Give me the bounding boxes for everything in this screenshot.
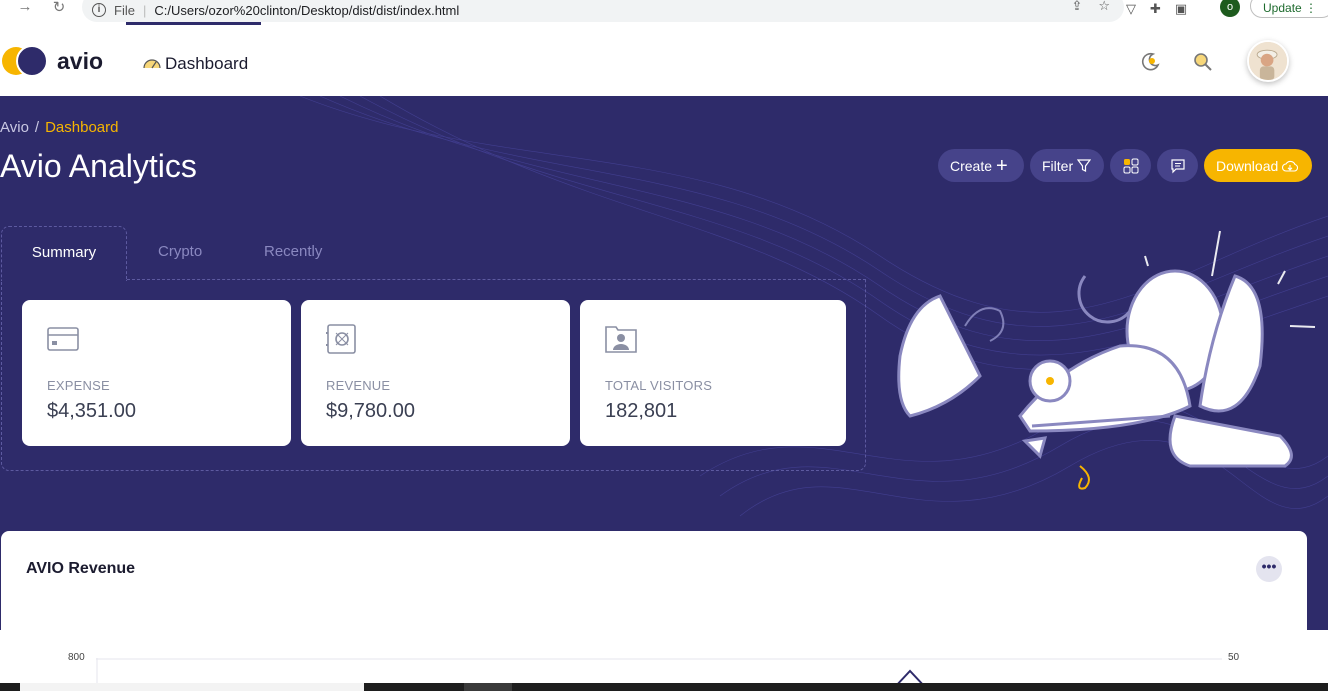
url-separator: |: [142, 2, 147, 18]
y-axis-left-tick: 800: [68, 652, 85, 663]
plus-icon: +: [996, 154, 1008, 177]
breadcrumb-separator: /: [34, 119, 40, 136]
card-label: REVENUE: [326, 378, 391, 393]
url-text[interactable]: C:/Users/ozor%20clinton/Desktop/dist/dis…: [154, 3, 459, 18]
card-label: EXPENSE: [47, 378, 110, 393]
create-button[interactable]: Create +: [938, 149, 1024, 182]
address-bar[interactable]: i File | C:/Users/ozor%20clinton/Desktop…: [82, 0, 1124, 22]
browser-update-button[interactable]: Update ⋮: [1250, 0, 1328, 18]
revenue-chart: 800 50: [0, 630, 1328, 691]
speedometer-icon: [143, 59, 161, 69]
browser-profile-avatar[interactable]: o: [1220, 0, 1240, 17]
tab-recently[interactable]: Recently: [264, 226, 322, 281]
revenue-card-title: AVIO Revenue: [26, 560, 136, 577]
extensions-puzzle-icon[interactable]: ✚: [1150, 1, 1161, 17]
search-icon[interactable]: [1192, 51, 1214, 73]
nav-tab-label: Dashboard: [165, 54, 249, 73]
visitor-icon: [605, 326, 637, 353]
forward-icon[interactable]: →: [14, 0, 36, 15]
brand-name[interactable]: avio: [57, 48, 103, 75]
revenue-card[interactable]: REVENUE $9,780.00: [301, 300, 570, 446]
breadcrumb: Avio / Dashboard: [0, 119, 118, 136]
grid-view-button[interactable]: [1110, 149, 1151, 182]
page-title: Avio Analytics: [0, 148, 197, 184]
chat-icon: [1170, 158, 1185, 173]
grid-icon: [1123, 158, 1138, 173]
tab-crypto[interactable]: Crypto: [158, 226, 202, 281]
credit-card-icon: [47, 327, 79, 351]
breadcrumb-current: Dashboard: [45, 119, 119, 136]
bookmark-star-icon[interactable]: ☆: [1098, 0, 1110, 14]
share-icon[interactable]: ⇪: [1071, 0, 1082, 14]
toolbar-actions: Create + Filter Download: [938, 149, 1312, 182]
cloud-download-icon: [1282, 160, 1299, 172]
breadcrumb-root[interactable]: Avio: [0, 119, 29, 136]
visitors-card[interactable]: TOTAL VISITORS 182,801: [580, 300, 846, 446]
card-label: TOTAL VISITORS: [605, 378, 713, 393]
nav-tab-dashboard[interactable]: Dashboard: [126, 22, 261, 96]
safe-icon: [326, 324, 356, 354]
funnel-icon: [1077, 158, 1092, 172]
url-scheme: File: [114, 2, 135, 18]
taskbar-search[interactable]: [20, 683, 364, 691]
download-button[interactable]: Download: [1204, 149, 1312, 182]
messages-button[interactable]: [1157, 149, 1198, 182]
reload-icon[interactable]: ↻: [48, 0, 70, 16]
user-avatar[interactable]: [1247, 40, 1289, 82]
expense-card[interactable]: EXPENSE $4,351.00: [22, 300, 291, 446]
brand-logo[interactable]: [2, 45, 48, 77]
y-axis-right-tick: 50: [1228, 652, 1240, 663]
extension-vue-icon[interactable]: ▽: [1126, 1, 1136, 17]
app-header: avio Dashboard: [0, 22, 1328, 96]
os-taskbar: [0, 683, 1328, 691]
hero-section: Avio / Dashboard Avio Analytics Create + F…: [0, 96, 1328, 691]
card-value: $4,351.00: [47, 400, 136, 422]
card-value: $9,780.00: [326, 400, 415, 422]
tab-summary[interactable]: Summary: [1, 226, 127, 281]
download-label: Download: [1216, 157, 1279, 174]
side-panel-icon[interactable]: ▣: [1175, 1, 1187, 17]
card-value: 182,801: [605, 400, 678, 422]
more-options-button[interactable]: •••: [1256, 556, 1282, 582]
filter-label: Filter: [1042, 157, 1074, 174]
theme-moon-icon[interactable]: [1139, 51, 1161, 73]
create-label: Create: [950, 157, 993, 174]
info-icon[interactable]: i: [92, 3, 106, 17]
taskbar-app[interactable]: [464, 683, 512, 691]
browser-toolbar: → ↻ i File | C:/Users/ozor%20clinton/Des…: [0, 0, 1328, 22]
filter-button[interactable]: Filter: [1030, 149, 1104, 182]
relaxing-person-illustration: [897, 230, 1316, 490]
